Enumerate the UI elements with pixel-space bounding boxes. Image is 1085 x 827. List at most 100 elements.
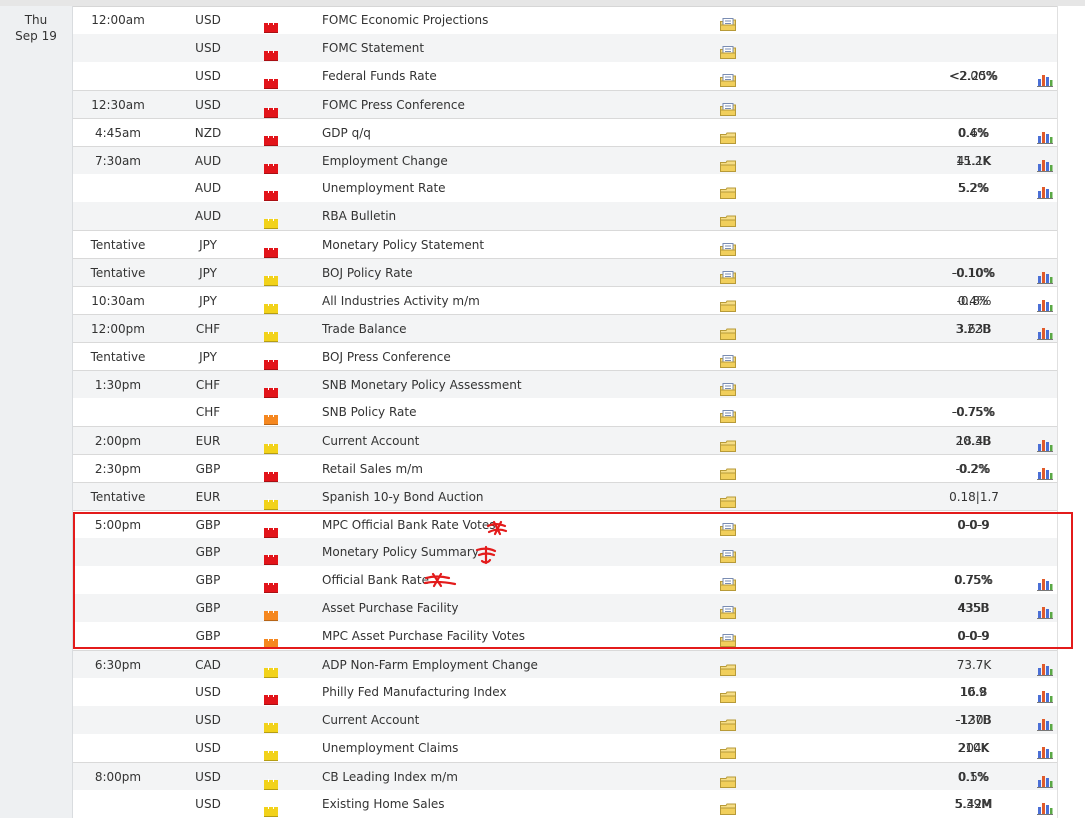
event-title[interactable]: Monetary Policy Statement (322, 231, 484, 259)
event-title[interactable]: Trade Balance (322, 315, 407, 343)
bar-chart-icon[interactable] (1037, 685, 1053, 703)
event-row[interactable]: 12:00pm CHF Trade Balance 3.22B 3.63B (73, 314, 1057, 342)
event-row[interactable]: AUD Unemployment Rate 5.2% 5.2% (73, 174, 1057, 202)
event-row[interactable]: USD Unemployment Claims 210K 204K (73, 734, 1057, 762)
event-title[interactable]: SNB Policy Rate (322, 398, 417, 426)
event-row[interactable]: 8:00pm USD CB Leading Index m/m 0.1% 0.5% (73, 762, 1057, 790)
event-row[interactable]: 5:00pm GBP MPC Official Bank Rate Votes 0-0… (73, 510, 1057, 538)
event-row[interactable]: AUD RBA Bulletin (73, 202, 1057, 230)
folder-icon[interactable] (720, 266, 736, 284)
folder-icon[interactable] (720, 797, 736, 815)
bar-chart-icon[interactable] (1037, 69, 1053, 87)
event-row[interactable]: 1:30pm CHF SNB Monetary Policy Assessment (73, 370, 1057, 398)
event-title[interactable]: BOJ Press Conference (322, 343, 451, 371)
event-row[interactable]: USD Existing Home Sales 5.39M 5.42M (73, 790, 1057, 818)
folder-icon[interactable] (720, 462, 736, 480)
event-row[interactable]: Tentative JPY BOJ Press Conference (73, 342, 1057, 370)
folder-icon[interactable] (720, 601, 736, 619)
folder-icon[interactable] (720, 518, 736, 536)
bar-chart-icon[interactable] (1037, 797, 1053, 815)
bar-chart-icon[interactable] (1037, 154, 1053, 172)
event-title[interactable]: Official Bank Rate (322, 566, 429, 594)
bar-chart-icon[interactable] (1037, 462, 1053, 480)
folder-icon[interactable] (720, 181, 736, 199)
event-title[interactable]: MPC Asset Purchase Facility Votes (322, 622, 525, 650)
folder-icon[interactable] (720, 741, 736, 759)
folder-icon[interactable] (720, 154, 736, 172)
bar-chart-icon[interactable] (1037, 658, 1053, 676)
event-title[interactable]: MPC Official Bank Rate Votes (322, 511, 496, 539)
bar-chart-icon[interactable] (1037, 601, 1053, 619)
folder-icon[interactable] (720, 629, 736, 647)
bar-chart-icon[interactable] (1037, 770, 1053, 788)
event-row[interactable]: GBP Monetary Policy Summary (73, 538, 1057, 566)
folder-icon[interactable] (720, 405, 736, 423)
bar-chart-icon[interactable] (1037, 126, 1053, 144)
folder-icon[interactable] (720, 573, 736, 591)
event-row[interactable]: 2:30pm GBP Retail Sales m/m -0.2% 0.2% (73, 454, 1057, 482)
folder-icon[interactable] (720, 322, 736, 340)
event-title[interactable]: Retail Sales m/m (322, 455, 423, 483)
event-row[interactable]: 6:30pm CAD ADP Non-Farm Employment Change 7… (73, 650, 1057, 678)
bar-chart-icon[interactable] (1037, 573, 1053, 591)
event-row[interactable]: Tentative JPY Monetary Policy Statement (73, 230, 1057, 258)
folder-icon[interactable] (720, 770, 736, 788)
event-row[interactable]: USD Current Account -127B -130B (73, 706, 1057, 734)
bar-chart-icon[interactable] (1037, 294, 1053, 312)
bar-chart-icon[interactable] (1037, 181, 1053, 199)
event-title[interactable]: Federal Funds Rate (322, 62, 437, 90)
event-row[interactable]: USD FOMC Statement (73, 34, 1057, 62)
event-title[interactable]: SNB Monetary Policy Assessment (322, 371, 522, 399)
event-title[interactable]: RBA Bulletin (322, 202, 396, 230)
event-title[interactable]: Spanish 10-y Bond Auction (322, 483, 484, 511)
folder-icon[interactable] (720, 294, 736, 312)
event-title[interactable]: Asset Purchase Facility (322, 594, 458, 622)
folder-icon[interactable] (720, 490, 736, 508)
event-row[interactable]: 10:30am JPY All Industries Activity m/m 0.4… (73, 286, 1057, 314)
event-title[interactable]: ADP Non-Farm Employment Change (322, 651, 538, 679)
event-title[interactable]: BOJ Policy Rate (322, 259, 413, 287)
event-title[interactable]: Current Account (322, 706, 419, 734)
folder-icon[interactable] (720, 658, 736, 676)
event-row[interactable]: GBP Asset Purchase Facility 435B 435B (73, 594, 1057, 622)
folder-icon[interactable] (720, 685, 736, 703)
event-row[interactable]: 12:00am USD FOMC Economic Projections (73, 6, 1057, 34)
folder-icon[interactable] (720, 545, 736, 563)
event-title[interactable]: GDP q/q (322, 119, 371, 147)
folder-icon[interactable] (720, 713, 736, 731)
event-row[interactable]: USD Federal Funds Rate <2.00% <2.25% (73, 62, 1057, 90)
event-row[interactable]: CHF SNB Policy Rate -0.75% -0.75% (73, 398, 1057, 426)
event-title[interactable]: Unemployment Rate (322, 174, 446, 202)
event-row[interactable]: Tentative EUR Spanish 10-y Bond Auction 0.1… (73, 482, 1057, 510)
bar-chart-icon[interactable] (1037, 713, 1053, 731)
event-row[interactable]: USD Philly Fed Manufacturing Index 10.9 16.… (73, 678, 1057, 706)
folder-icon[interactable] (720, 238, 736, 256)
folder-icon[interactable] (720, 434, 736, 452)
event-title[interactable]: Unemployment Claims (322, 734, 458, 762)
event-row[interactable]: Tentative JPY BOJ Policy Rate -0.10% -0.10% (73, 258, 1057, 286)
bar-chart-icon[interactable] (1037, 434, 1053, 452)
event-row[interactable]: 4:45am NZD GDP q/q 0.4% 0.6% (73, 118, 1057, 146)
folder-icon[interactable] (720, 13, 736, 31)
folder-icon[interactable] (720, 350, 736, 368)
event-row[interactable]: GBP MPC Asset Purchase Facility Votes 0-0-… (73, 622, 1057, 650)
event-title[interactable]: CB Leading Index m/m (322, 763, 458, 791)
bar-chart-icon[interactable] (1037, 741, 1053, 759)
event-title[interactable]: FOMC Economic Projections (322, 6, 488, 34)
folder-icon[interactable] (720, 126, 736, 144)
folder-icon[interactable] (720, 378, 736, 396)
event-title[interactable]: FOMC Press Conference (322, 91, 465, 119)
bar-chart-icon[interactable] (1037, 322, 1053, 340)
event-title[interactable]: Existing Home Sales (322, 790, 445, 818)
folder-icon[interactable] (720, 98, 736, 116)
event-title[interactable]: Employment Change (322, 147, 448, 175)
event-row[interactable]: 2:00pm EUR Current Account 20.3B 18.4B (73, 426, 1057, 454)
folder-icon[interactable] (720, 209, 736, 227)
event-title[interactable]: FOMC Statement (322, 34, 424, 62)
event-row[interactable]: GBP Official Bank Rate 0.75% 0.75% (73, 566, 1057, 594)
event-title[interactable]: Current Account (322, 427, 419, 455)
event-row[interactable]: 7:30am AUD Employment Change 15.2K 41.1K (73, 146, 1057, 174)
event-row[interactable]: 12:30am USD FOMC Press Conference (73, 90, 1057, 118)
event-title[interactable]: Philly Fed Manufacturing Index (322, 678, 507, 706)
event-title[interactable]: All Industries Activity m/m (322, 287, 480, 315)
